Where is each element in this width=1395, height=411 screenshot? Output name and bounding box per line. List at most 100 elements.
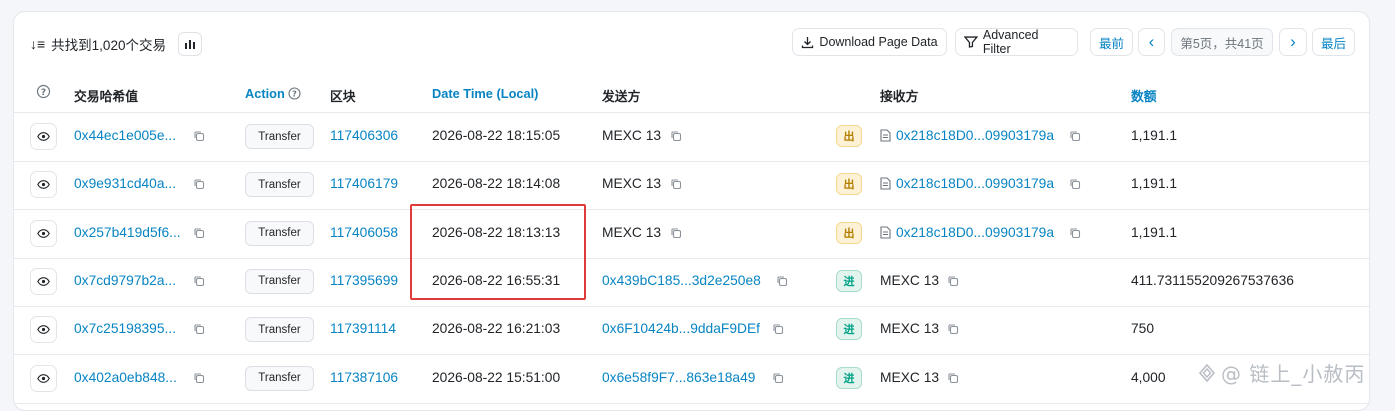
to-address[interactable]: 0x218c18D0...09903179a — [896, 225, 1054, 240]
tx-amount: 1,191.1 — [1131, 128, 1178, 143]
download-page-data-button[interactable]: Download Page Data — [792, 28, 947, 56]
tx-datetime: 2026-08-22 18:15:05 — [432, 128, 561, 143]
from-address[interactable]: MEXC 13 — [602, 128, 661, 143]
copy-icon[interactable] — [193, 227, 205, 242]
svg-text:?: ? — [41, 88, 46, 98]
table-row: 0x402a0eb848... Transfer 117387106 2026-… — [14, 355, 1369, 404]
view-details-button[interactable] — [30, 219, 57, 247]
tx-hash-link[interactable]: 0x402a0eb848... — [74, 370, 177, 385]
table-row: 0x7c25198395... Transfer 117391114 2026-… — [14, 306, 1369, 356]
tx-amount: 1,191.1 — [1131, 176, 1178, 192]
copy-icon[interactable] — [772, 372, 784, 387]
direction-label: 进 — [843, 324, 855, 337]
sort-icon[interactable]: ↓≡ — [30, 36, 45, 52]
contract-icon — [880, 226, 891, 242]
tx-amount: 750 — [1131, 321, 1155, 337]
view-details-button[interactable] — [30, 123, 57, 150]
eye-icon — [37, 132, 50, 141]
last-page-button[interactable]: 最后 — [1312, 28, 1355, 56]
tx-hash-link[interactable]: 0x257b419d5f6... — [74, 225, 181, 240]
first-page-button[interactable]: 最前 — [1090, 28, 1133, 56]
column-action-label: Action — [245, 86, 285, 101]
copy-icon[interactable] — [947, 372, 959, 387]
watermark-logo-icon — [1198, 363, 1216, 382]
copy-icon[interactable] — [193, 275, 205, 290]
column-from: 发送方 — [602, 89, 641, 104]
chevron-left-icon: ‹ — [1148, 32, 1155, 51]
tx-hash-link[interactable]: 0x44ec1e005e... — [74, 128, 176, 143]
copy-icon[interactable] — [670, 178, 682, 193]
copy-icon[interactable] — [1069, 178, 1081, 193]
method-badge: Transfer — [245, 317, 314, 343]
method-badge: Transfer — [245, 220, 314, 246]
copy-icon[interactable] — [776, 275, 788, 290]
method-label: Transfer — [258, 130, 301, 143]
view-details-button[interactable] — [30, 364, 57, 392]
to-address[interactable]: MEXC 13 — [880, 273, 939, 288]
eye-icon — [37, 373, 50, 383]
from-address[interactable]: 0x6F10424b...9ddaF9DEf — [602, 321, 760, 336]
copy-icon[interactable] — [193, 323, 205, 338]
block-link[interactable]: 117387106 — [330, 370, 398, 385]
chevron-right-icon: › — [1290, 32, 1296, 51]
table-toolbar: ↓≡ 共找到1,020个交易 Download Page Data Advanc… — [14, 12, 1369, 74]
advanced-filter-button[interactable]: Advanced Filter — [955, 28, 1078, 56]
filter-label: Advanced Filter — [982, 28, 1039, 56]
copy-icon[interactable] — [772, 323, 784, 338]
tx-hash-link[interactable]: 0x7cd9797b2a... — [74, 273, 176, 288]
tx-datetime: 2026-08-22 15:51:00 — [432, 369, 561, 385]
tx-hash-link[interactable]: 0x7c25198395... — [74, 321, 176, 336]
chart-button[interactable] — [177, 32, 202, 56]
column-amount[interactable]: 数额 — [1131, 86, 1157, 105]
table-row: 0x44ec1e005e... Transfer 117406306 2026-… — [14, 113, 1369, 162]
to-address[interactable]: MEXC 13 — [880, 321, 939, 336]
view-details-button[interactable] — [30, 267, 57, 295]
block-link[interactable]: 117406306 — [330, 128, 398, 143]
direction-label: 进 — [843, 372, 855, 385]
download-icon — [802, 36, 814, 48]
copy-icon[interactable] — [670, 227, 682, 242]
tx-datetime: 2026-08-22 18:14:08 — [432, 176, 561, 192]
copy-icon[interactable] — [193, 178, 205, 193]
copy-icon[interactable] — [1069, 130, 1081, 145]
block-link[interactable]: 117395699 — [330, 273, 398, 288]
table-row: 0x7cd9797b2a... Transfer 117395699 2026-… — [14, 258, 1369, 307]
page-indicator: 第5页，共41页 — [1171, 28, 1273, 56]
block-link[interactable]: 117406058 — [330, 225, 398, 240]
copy-icon[interactable] — [193, 130, 205, 145]
block-link[interactable]: 117391114 — [330, 321, 396, 336]
direction-badge: 进 — [836, 269, 862, 292]
info-icon: ? — [288, 87, 301, 100]
from-address[interactable]: MEXC 13 — [602, 176, 661, 191]
copy-icon[interactable] — [947, 275, 959, 290]
copy-icon[interactable] — [947, 323, 959, 338]
watermark: @ 链上_小赦丙 — [1197, 358, 1365, 387]
first-page-label: 最前 — [1099, 36, 1125, 51]
copy-icon[interactable] — [193, 372, 205, 387]
column-to: 接收方 — [880, 89, 919, 104]
column-hash: 交易哈希值 — [74, 89, 138, 104]
copy-icon[interactable] — [670, 130, 682, 145]
method-label: Transfer — [258, 178, 301, 191]
column-action[interactable]: Action ? — [245, 86, 301, 101]
from-address[interactable]: MEXC 13 — [602, 225, 661, 240]
from-address[interactable]: 0x6e58f9F7...863e18a49 — [602, 370, 755, 385]
method-badge: Transfer — [245, 172, 314, 198]
direction-badge: 进 — [836, 366, 862, 389]
column-datetime[interactable]: Date Time (Local) — [432, 86, 538, 101]
next-page-button[interactable]: › — [1279, 28, 1307, 56]
tx-datetime: 2026-08-22 16:21:03 — [432, 321, 561, 337]
prev-page-button[interactable]: ‹ — [1138, 28, 1165, 56]
svg-text:?: ? — [293, 90, 298, 99]
to-address[interactable]: MEXC 13 — [880, 370, 939, 385]
to-address[interactable]: 0x218c18D0...09903179a — [896, 128, 1054, 143]
tx-hash-link[interactable]: 0x9e931cd40a... — [74, 176, 176, 191]
from-address[interactable]: 0x439bC185...3d2e250e8 — [602, 273, 761, 288]
copy-icon[interactable] — [1069, 227, 1081, 242]
help-icon[interactable]: ? — [36, 84, 51, 102]
view-details-button[interactable] — [30, 316, 57, 344]
view-details-button[interactable] — [30, 171, 57, 199]
to-address[interactable]: 0x218c18D0...09903179a — [896, 176, 1054, 191]
block-link[interactable]: 117406179 — [330, 176, 398, 191]
last-page-label: 最后 — [1321, 36, 1347, 51]
